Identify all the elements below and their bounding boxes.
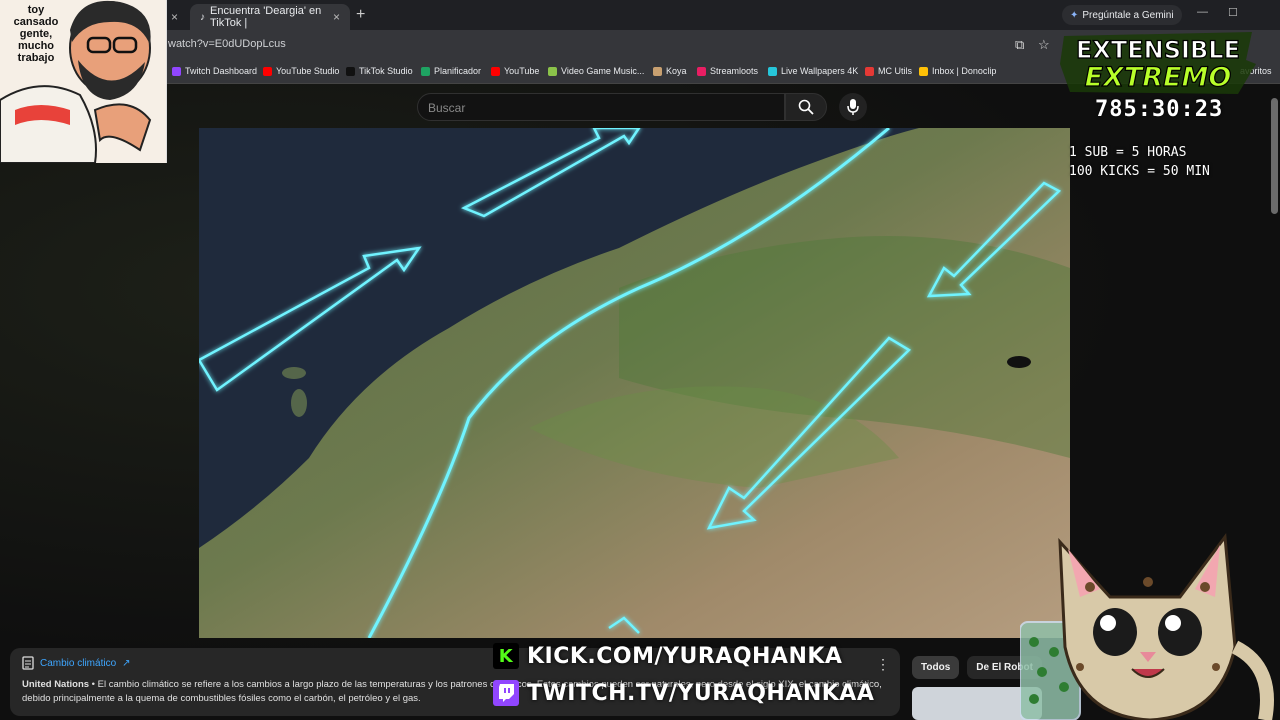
logo-line-1: EXTENSIBLE — [1076, 36, 1240, 64]
speech-bubble-text: toy cansado gente, mucho trabajo — [13, 4, 59, 64]
screen: × ♪ Encuentra 'Deargia' en TikTok | × + … — [0, 0, 1280, 720]
gemini-button[interactable]: ✦ Pregúntale a Gemini — [1062, 5, 1182, 25]
minimize-icon[interactable]: — — [1197, 6, 1208, 18]
bookmark-label: Planificador — [434, 66, 482, 76]
maximize-icon[interactable]: ☐ — [1228, 6, 1238, 19]
tab-tiktok[interactable]: ♪ Encuentra 'Deargia' en TikTok | × — [190, 4, 350, 30]
microphone-icon — [847, 99, 859, 115]
bookmark-item[interactable]: Live Wallpapers 4K — [768, 66, 858, 76]
bookmark-item[interactable]: Planificador — [421, 66, 481, 76]
bookmark-label: Streamloots — [710, 66, 759, 76]
external-link-icon: ↗ — [122, 657, 131, 669]
chip-all[interactable]: Todos — [912, 656, 960, 679]
rule-sub: 1 SUB = 5 HORAS — [1069, 145, 1187, 160]
bookmark-item[interactable]: Koya — [653, 66, 687, 76]
sparkle-icon: ✦ — [1070, 9, 1079, 21]
kick-link: K KICK.COM/YURAQHANKA — [493, 643, 842, 669]
bookmark-label: TikTok Studio — [359, 66, 413, 76]
bookmark-favicon-icon — [172, 66, 181, 76]
bookmark-favicon-icon — [919, 66, 928, 76]
bookmark-item[interactable]: MC Utils — [865, 66, 912, 76]
scrollbar-thumb[interactable] — [1271, 98, 1278, 214]
bookmark-label: Twitch Dashboard — [185, 66, 258, 76]
bookmark-label: Inbox | Donoclip — [932, 66, 997, 76]
kick-url: KICK.COM/YURAQHANKA — [527, 643, 843, 669]
search-input[interactable]: Buscar — [417, 93, 785, 121]
bookmark-item[interactable]: YouTube — [491, 66, 539, 76]
twitch-icon — [493, 680, 519, 706]
cat-mascot — [1020, 532, 1274, 720]
subathon-timer: 785:30:23 — [1095, 97, 1224, 122]
bookmark-item[interactable]: Streamloots — [697, 66, 758, 76]
bookmark-favicon-icon — [263, 66, 272, 76]
close-tab-icon[interactable]: × — [333, 10, 340, 24]
search-button[interactable] — [785, 93, 827, 121]
kick-icon: K — [493, 643, 519, 669]
bookmark-label: YouTube Studio — [276, 66, 340, 76]
video-frame-map — [199, 128, 1070, 638]
bookmark-favicon-icon — [421, 66, 430, 76]
bookmark-label: Live Wallpapers 4K — [781, 66, 859, 76]
voice-search-button[interactable] — [839, 93, 867, 121]
bookmark-favicon-icon — [653, 66, 662, 76]
star-icon[interactable]: ☆ — [1038, 37, 1050, 53]
bookmark-favicon-icon — [865, 66, 874, 76]
bookmark-favicon-icon — [768, 66, 777, 76]
info-panel-title: Cambio climático — [40, 657, 117, 669]
twitch-link: TWITCH.TV/YURAQHANKAA — [493, 680, 874, 706]
bookmark-favicon-icon — [346, 66, 355, 76]
rule-kicks: 100 KICKS = 50 MIN — [1069, 164, 1210, 179]
bookmark-favicon-icon — [548, 66, 557, 76]
subathon-rules: 1 SUB = 5 HORAS 100 KICKS = 50 MIN — [1069, 143, 1210, 181]
bookmark-favicon-icon — [491, 66, 500, 76]
close-tab-icon[interactable]: × — [171, 10, 178, 24]
bookmark-item[interactable]: Video Game Music... — [548, 66, 644, 76]
tab-label: Encuentra 'Deargia' en TikTok | — [210, 5, 322, 29]
video-player[interactable] — [199, 128, 1070, 638]
bookmark-label: Koya — [666, 66, 687, 76]
bookmark-label: MC Utils — [878, 66, 912, 76]
webcam-overlay: toy cansado gente, mucho trabajo — [0, 0, 167, 164]
new-tab-button[interactable]: + — [356, 6, 365, 24]
bookmark-favicon-icon — [697, 66, 706, 76]
extensible-extremo-logo: EXTENSIBLE EXTREMO — [1060, 32, 1256, 94]
twitch-url: TWITCH.TV/YURAQHANKAA — [527, 680, 875, 706]
install-app-icon[interactable]: ⧉ — [1015, 37, 1024, 53]
bookmark-item[interactable]: Inbox | Donoclip — [919, 66, 996, 76]
gemini-label: Pregúntale a Gemini — [1082, 9, 1174, 21]
document-icon — [22, 656, 34, 670]
bookmark-label: YouTube — [504, 66, 540, 76]
bookmark-item[interactable]: TikTok Studio — [346, 66, 413, 76]
more-options-icon[interactable]: ⋮ — [876, 656, 890, 673]
bookmark-item[interactable]: YouTube Studio — [263, 66, 339, 76]
bookmark-label: Video Game Music... — [561, 66, 645, 76]
tiktok-icon: ♪ — [200, 11, 205, 23]
search-icon — [798, 99, 814, 115]
logo-line-2: EXTREMO — [1085, 62, 1232, 93]
url-field[interactable]: watch?v=E0dUDopLcus — [168, 38, 286, 50]
info-panel-source: United Nations — [22, 679, 90, 690]
bookmark-item[interactable]: Twitch Dashboard — [172, 66, 257, 76]
